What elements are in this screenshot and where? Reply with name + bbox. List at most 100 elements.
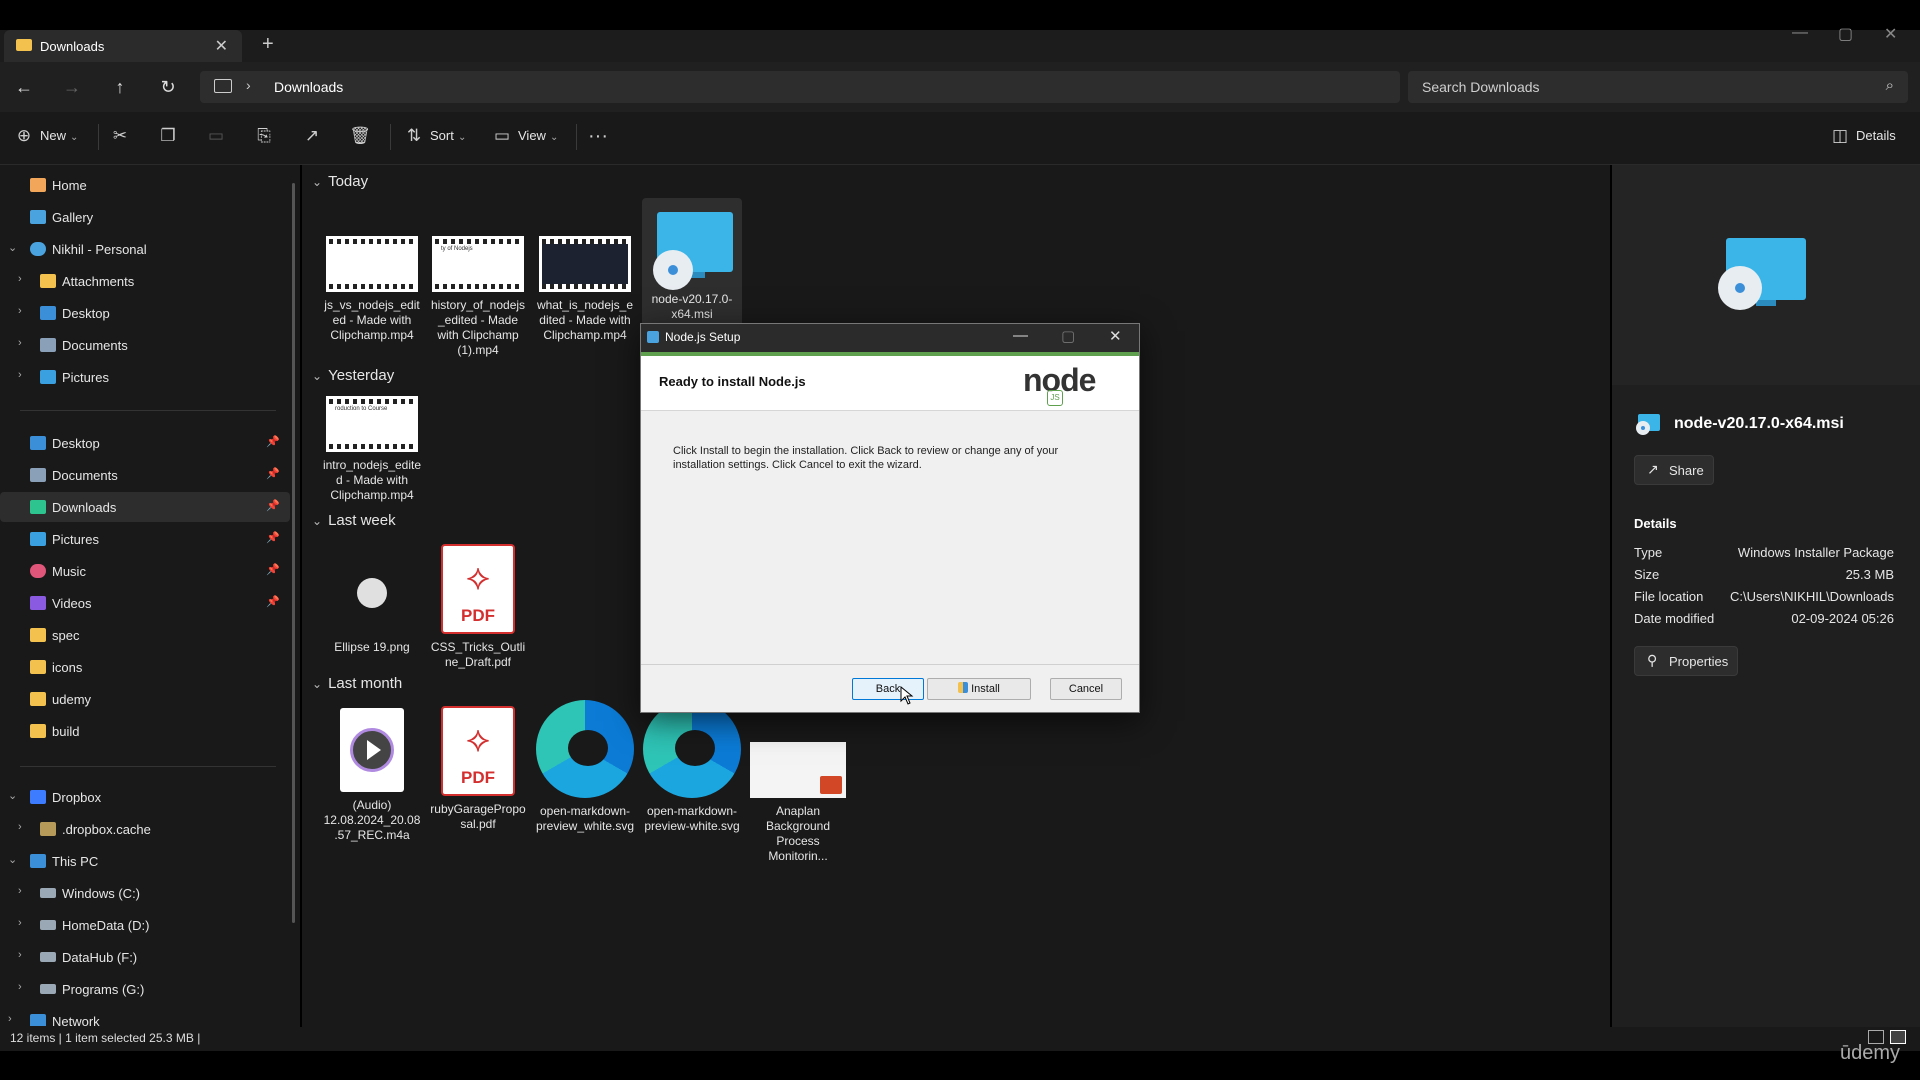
maximize-icon[interactable]: ▢ <box>1838 24 1853 44</box>
search-input[interactable]: Search Downloads ⌕ <box>1408 71 1908 103</box>
file-tile-selected[interactable]: node-v20.17.0-x64.msi <box>642 198 742 326</box>
cancel-button[interactable]: Cancel <box>1050 678 1122 700</box>
new-tab-button[interactable]: + <box>262 33 274 56</box>
file-tile[interactable]: ⟡ PDF rubyGarageProposal.pdf <box>428 706 528 832</box>
chevron-right-icon[interactable]: › <box>18 821 22 833</box>
group-header-today[interactable]: ⌄ Today <box>312 173 368 190</box>
cut-icon[interactable]: ✂ <box>108 124 132 148</box>
rename-icon[interactable]: ⎘ <box>252 124 276 148</box>
nav-dropbox-cache[interactable]: › .dropbox.cache <box>0 814 290 844</box>
pin-icon[interactable]: 📌 <box>266 499 280 512</box>
nav-onedrive-desktop[interactable]: › Desktop <box>0 298 290 328</box>
dialog-titlebar[interactable]: Node.js Setup — ▢ ✕ <box>641 324 1139 352</box>
nav-gallery[interactable]: Gallery <box>0 202 290 232</box>
minimize-icon[interactable]: — <box>1792 24 1808 42</box>
back-arrow-icon[interactable]: ← <box>10 74 38 102</box>
chevron-right-icon[interactable]: › <box>18 273 22 285</box>
nav-drive-d[interactable]: › HomeData (D:) <box>0 910 290 940</box>
chevron-right-icon[interactable]: › <box>18 981 22 993</box>
dialog-maximize-icon[interactable]: ▢ <box>1061 327 1075 345</box>
view-chevron-down-icon[interactable]: ⌄ <box>550 132 558 143</box>
address-bar[interactable]: › Downloads <box>200 71 1400 103</box>
nav-nikhil-personal[interactable]: ⌄ Nikhil - Personal <box>0 234 290 264</box>
nav-pinned-documents[interactable]: Documents 📌 <box>0 460 290 490</box>
share-button[interactable]: ↗ Share <box>1634 455 1714 485</box>
close-window-icon[interactable]: ✕ <box>1884 24 1897 44</box>
chevron-right-icon[interactable]: › <box>18 305 22 317</box>
pin-icon[interactable]: 📌 <box>266 467 280 480</box>
group-header-yesterday[interactable]: ⌄ Yesterday <box>312 367 394 384</box>
nav-pinned-videos[interactable]: Videos 📌 <box>0 588 290 618</box>
pin-icon[interactable]: 📌 <box>266 595 280 608</box>
install-button[interactable]: Install <box>927 678 1031 700</box>
nav-pinned-downloads[interactable]: Downloads 📌 <box>0 492 290 522</box>
forward-arrow-icon[interactable]: → <box>58 74 86 102</box>
paste-icon[interactable]: ▭ <box>204 124 228 148</box>
nav-attachments[interactable]: › Attachments <box>0 266 290 296</box>
share-icon[interactable]: ↗ <box>300 124 324 148</box>
chevron-right-icon[interactable]: › <box>18 337 22 349</box>
more-options-icon[interactable]: ··· <box>586 124 610 148</box>
new-button[interactable]: New <box>40 128 66 143</box>
nav-this-pc[interactable]: ⌄ This PC <box>0 846 290 876</box>
nav-home[interactable]: Home <box>0 170 290 200</box>
pin-icon[interactable]: 📌 <box>266 531 280 544</box>
chevron-down-icon[interactable]: ⌄ <box>8 789 17 802</box>
nav-folder-icons[interactable]: icons <box>0 652 290 682</box>
pin-icon[interactable]: 📌 <box>266 563 280 576</box>
nav-onedrive-pictures[interactable]: › Pictures <box>0 362 290 392</box>
sort-icon[interactable]: ⇅ <box>402 124 426 148</box>
chevron-right-icon[interactable]: › <box>18 917 22 929</box>
file-tile[interactable]: ⟡ PDF CSS_Tricks_Outline_Draft.pdf <box>428 544 528 670</box>
new-plus-icon[interactable]: ⊕ <box>12 124 36 148</box>
new-chevron-down-icon[interactable]: ⌄ <box>70 132 78 143</box>
nav-drive-c[interactable]: › Windows (C:) <box>0 878 290 908</box>
file-tile[interactable]: what_is_nodejs_edited - Made with Clipch… <box>535 236 635 343</box>
nav-scrollbar[interactable] <box>292 183 295 923</box>
nav-folder-build[interactable]: build <box>0 716 290 746</box>
nav-folder-spec[interactable]: spec <box>0 620 290 650</box>
chevron-right-icon[interactable]: › <box>18 885 22 897</box>
nav-folder-udemy[interactable]: udemy <box>0 684 290 714</box>
properties-button[interactable]: ⚲ Properties <box>1634 646 1738 676</box>
group-header-last-month[interactable]: ⌄ Last month <box>312 675 402 692</box>
nav-drive-g[interactable]: › Programs (G:) <box>0 974 290 1004</box>
chevron-right-icon[interactable]: › <box>18 949 22 961</box>
delete-icon[interactable]: 🗑 <box>348 124 372 148</box>
refresh-icon[interactable]: ↻ <box>154 74 182 102</box>
breadcrumb-downloads[interactable]: Downloads <box>274 79 343 95</box>
group-header-last-week[interactable]: ⌄ Last week <box>312 512 396 529</box>
file-tile[interactable]: js_vs_nodejs_edited - Made with Clipcham… <box>322 236 422 343</box>
nav-pinned-desktop[interactable]: Desktop 📌 <box>0 428 290 458</box>
chevron-right-icon[interactable]: › <box>246 77 251 93</box>
close-tab-icon[interactable]: ✕ <box>215 36 228 56</box>
sort-chevron-down-icon[interactable]: ⌄ <box>458 132 466 143</box>
file-tile[interactable]: Ellipse 19.png <box>322 548 422 655</box>
chevron-down-icon[interactable]: ⌄ <box>8 241 17 254</box>
chevron-right-icon[interactable]: › <box>18 369 22 381</box>
view-icon[interactable]: ▭ <box>490 124 514 148</box>
details-pane-icon[interactable]: ◫ <box>1828 124 1852 148</box>
view-button[interactable]: View <box>518 128 546 143</box>
nav-pinned-pictures[interactable]: Pictures 📌 <box>0 524 290 554</box>
dialog-close-icon[interactable]: ✕ <box>1109 327 1122 345</box>
copy-icon[interactable]: ❐ <box>156 124 180 148</box>
nav-dropbox[interactable]: ⌄ Dropbox <box>0 782 290 812</box>
sort-button[interactable]: Sort <box>430 128 454 143</box>
search-icon[interactable]: ⌕ <box>1886 77 1894 94</box>
up-arrow-icon[interactable]: ↑ <box>106 74 134 102</box>
chevron-down-icon[interactable]: ⌄ <box>8 853 17 866</box>
file-tile[interactable]: ty of Nodejs history_of_nodejs_edited - … <box>428 236 528 358</box>
file-tile[interactable]: roduction to Course intro_nodejs_edited … <box>322 396 422 503</box>
details-toggle-button[interactable]: Details <box>1856 128 1896 143</box>
file-tile[interactable]: open-markdown-preview-white.svg <box>642 700 742 834</box>
dialog-minimize-icon[interactable]: — <box>1013 327 1028 344</box>
chevron-right-icon[interactable]: › <box>8 1013 12 1025</box>
pin-icon[interactable]: 📌 <box>266 435 280 448</box>
nav-onedrive-documents[interactable]: › Documents <box>0 330 290 360</box>
file-tile[interactable]: open-markdown-preview_white.svg <box>535 700 635 834</box>
file-tile[interactable]: (Audio) 12.08.2024_20.08.57_REC.m4a <box>322 708 422 843</box>
nav-drive-f[interactable]: › DataHub (F:) <box>0 942 290 972</box>
tab-downloads[interactable]: Downloads ✕ <box>4 30 242 62</box>
nav-network[interactable]: › Network <box>0 1006 290 1026</box>
